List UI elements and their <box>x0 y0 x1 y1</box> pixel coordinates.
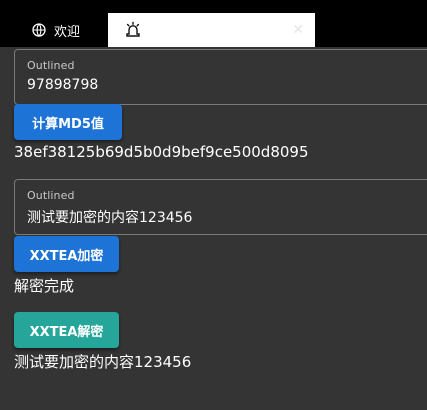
tab-welcome-label: 欢迎 <box>54 24 81 40</box>
md5-input-field[interactable]: Outlined 97898798 <box>14 49 427 105</box>
xxtea-input-field[interactable]: Outlined 测试要加密的内容123456 <box>14 179 427 235</box>
xxtea-input-value[interactable]: 测试要加密的内容123456 <box>27 207 192 227</box>
xxtea-status-text: 解密完成 <box>14 277 75 295</box>
md5-input-value[interactable]: 97898798 <box>27 77 98 93</box>
xxtea-input-label: Outlined <box>27 189 75 202</box>
close-icon[interactable]: ✕ <box>291 22 305 38</box>
app-window: 欢迎 WebAssembly测试 ✕ Outlined 97898798 计算M… <box>0 0 427 410</box>
tab-bar: 欢迎 WebAssembly测试 ✕ <box>0 13 427 49</box>
md5-result-text: 38ef38125b69d5b0d9bef9ce500d8095 <box>14 143 309 161</box>
globe-icon <box>32 23 46 37</box>
alarm-icon <box>124 21 142 39</box>
xxtea-encrypt-button[interactable]: XXTEA加密 <box>14 236 119 272</box>
tab-webassembly-label: WebAssembly测试 <box>150 15 266 49</box>
compute-md5-button[interactable]: 计算MD5值 <box>14 104 122 140</box>
xxtea-decrypt-button[interactable]: XXTEA解密 <box>14 312 119 348</box>
md5-input-label: Outlined <box>27 59 75 72</box>
main-content: Outlined 97898798 计算MD5值 38ef38125b69d5b… <box>0 47 427 410</box>
tab-webassembly-test[interactable]: WebAssembly测试 ✕ <box>108 13 315 49</box>
tab-welcome[interactable]: 欢迎 <box>0 13 108 47</box>
xxtea-decrypt-result: 测试要加密的内容123456 <box>14 353 192 371</box>
